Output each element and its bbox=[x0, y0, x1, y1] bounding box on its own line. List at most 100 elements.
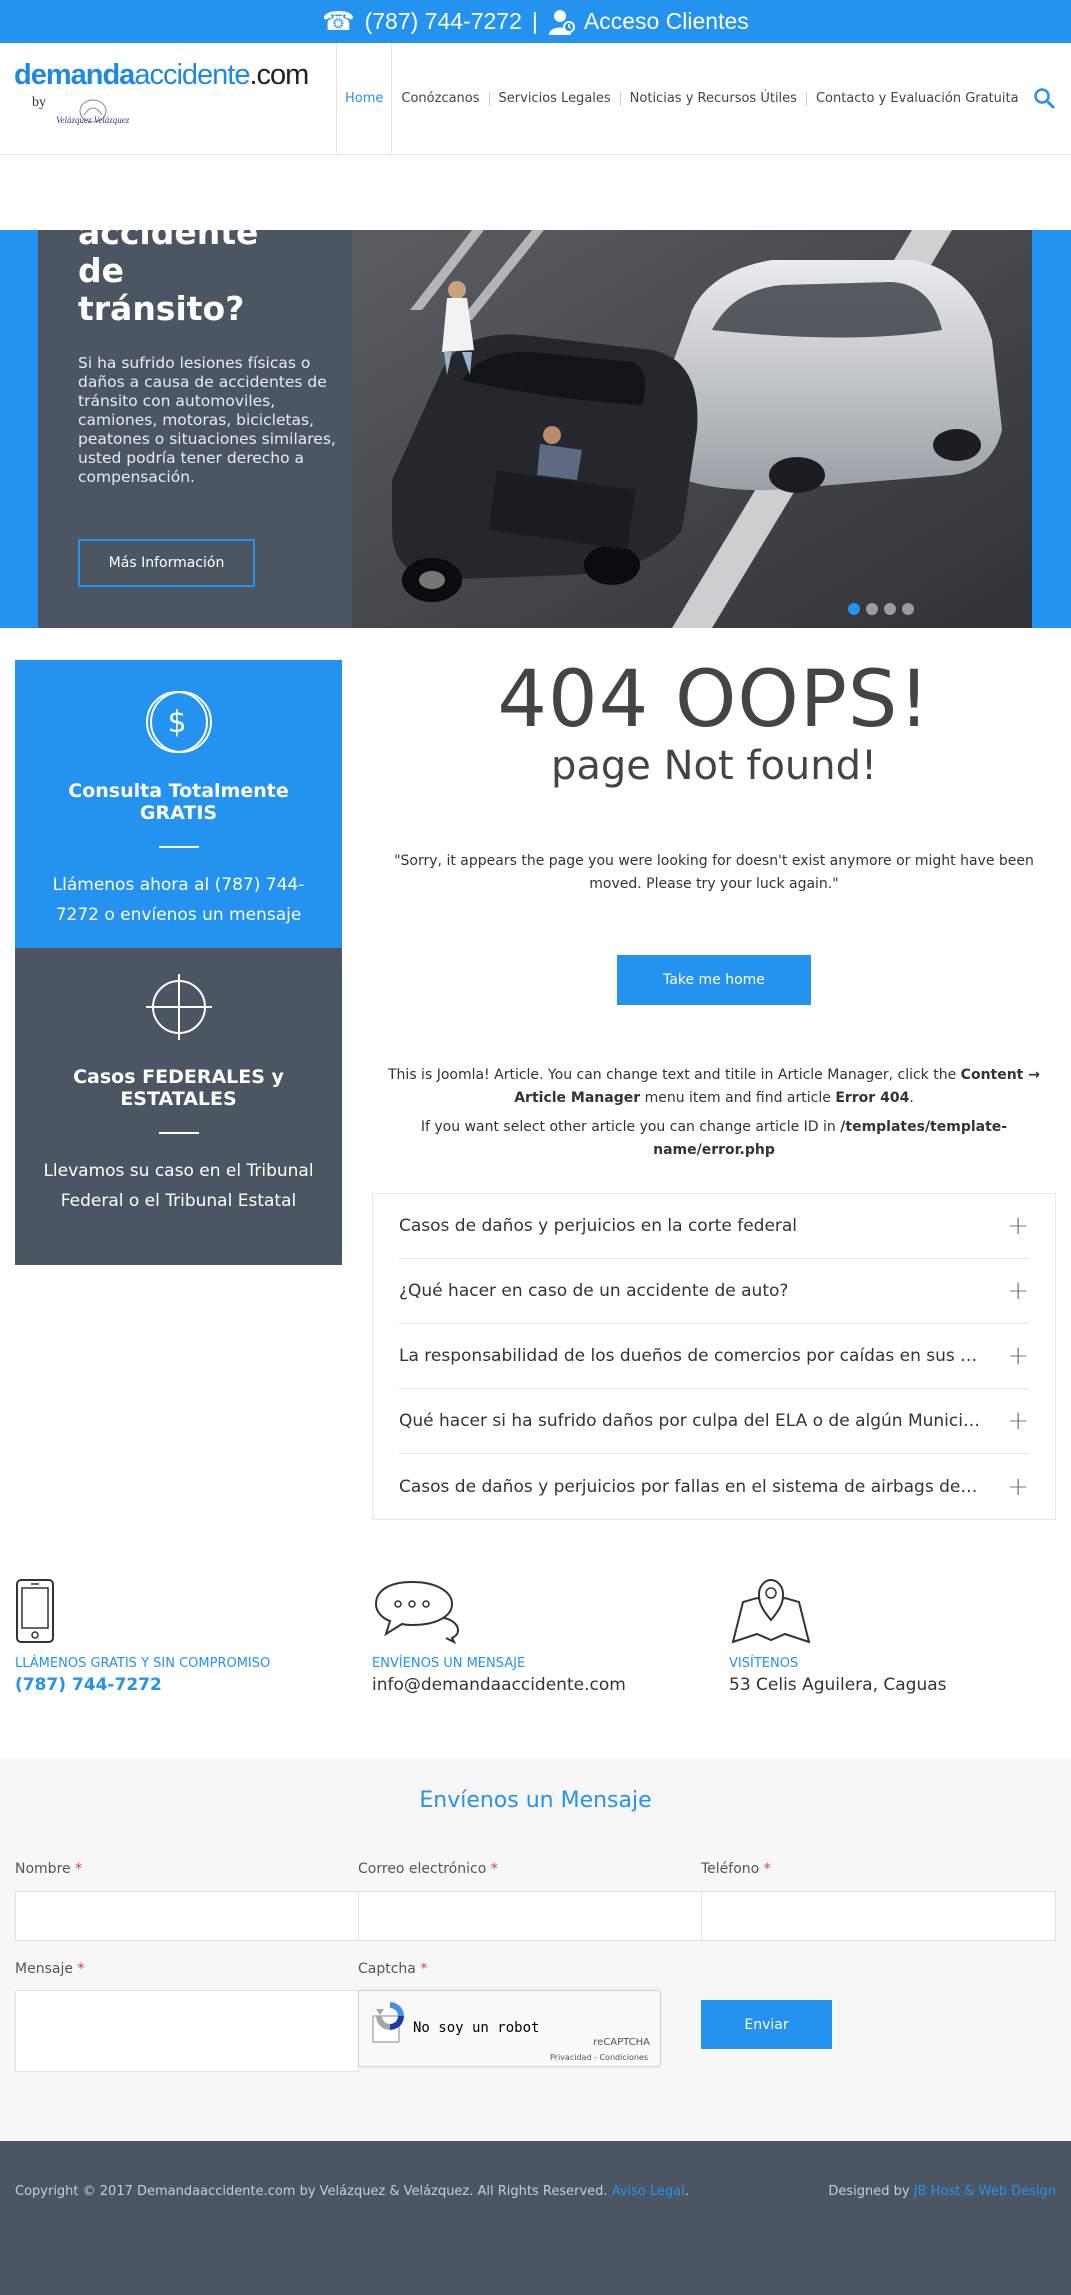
name-label: Nombre * bbox=[15, 1861, 82, 1877]
article-note: This is Joomla! Article. You can change … bbox=[372, 1064, 1056, 1162]
crosshair-target-icon bbox=[145, 974, 212, 1040]
slider-dot[interactable] bbox=[902, 603, 914, 615]
accordion-item-title[interactable]: La responsabilidad de los dueños de come… bbox=[399, 1346, 977, 1366]
message-label: ENVÍENOS UN MENSAJE bbox=[372, 1656, 526, 1671]
phone-field[interactable] bbox=[701, 1891, 1056, 1941]
federal-state-cases-box: Casos FEDERALES y ESTATALES Llevamos su … bbox=[15, 948, 342, 1265]
clients-icon[interactable] bbox=[548, 7, 578, 37]
send-button[interactable]: Enviar bbox=[701, 2000, 832, 2049]
recaptcha-terms-link[interactable]: Privacidad - Condiciones bbox=[550, 2053, 648, 2062]
mobile-phone-icon bbox=[16, 1579, 54, 1643]
logo-part-accidente: accidente bbox=[134, 59, 250, 91]
copyright-end: . bbox=[684, 2184, 689, 2199]
accordion-item-title[interactable]: Casos de daños y perjuicios en la corte … bbox=[399, 1216, 797, 1236]
logo-by: by bbox=[32, 95, 46, 110]
name-field[interactable] bbox=[15, 1891, 359, 1941]
slider-dot[interactable] bbox=[848, 603, 860, 615]
label-text: Teléfono bbox=[701, 1861, 760, 1877]
accordion-item-title[interactable]: Casos de daños y perjuicios por fallas e… bbox=[399, 1477, 977, 1497]
clients-access-link[interactable]: Acceso Clientes bbox=[584, 8, 749, 35]
search-icon[interactable] bbox=[1033, 87, 1055, 109]
accordion-item[interactable]: Casos de daños y perjuicios por fallas e… bbox=[399, 1454, 1029, 1519]
recaptcha-logo-icon bbox=[376, 2002, 404, 2030]
email-field[interactable] bbox=[358, 1891, 702, 1941]
expand-plus-icon[interactable]: + bbox=[1007, 1341, 1029, 1371]
note-text: . bbox=[909, 1090, 914, 1106]
site-header: demandaaccidente.com by Velázquez Velázq… bbox=[0, 43, 1071, 155]
hero-title: accidente de tránsito? bbox=[78, 230, 338, 328]
copyright-text: Copyright © 2017 Demandaaccidente.com by… bbox=[15, 2184, 612, 2199]
hero-title-line: accidente bbox=[78, 230, 259, 252]
note-text: If you want select other article you can… bbox=[420, 1119, 841, 1135]
contact-email[interactable]: info@demandaaccidente.com bbox=[372, 1675, 712, 1695]
copyright-notice: Copyright © 2017 Demandaaccidente.com by… bbox=[15, 2184, 689, 2199]
nav-item-contacto[interactable]: Contacto y Evaluación Gratuita bbox=[807, 43, 1028, 154]
required-mark: * bbox=[763, 1861, 771, 1877]
required-mark: * bbox=[75, 1861, 83, 1877]
take-me-home-button[interactable]: Take me home bbox=[617, 955, 811, 1005]
site-logo[interactable]: demandaaccidente.com by Velázquez Velázq… bbox=[14, 59, 309, 125]
accordion-item-title[interactable]: Qué hacer si ha sufrido daños por culpa … bbox=[399, 1411, 980, 1431]
required-mark: * bbox=[77, 1961, 85, 1977]
car-accident-photo bbox=[352, 230, 1032, 628]
nav-item-home[interactable]: Home bbox=[336, 43, 393, 154]
label-text: Mensaje bbox=[15, 1961, 73, 1977]
visit-label: VISÍTENOS bbox=[729, 1656, 799, 1671]
call-phone-number[interactable]: (787) 744-7272 bbox=[15, 1675, 355, 1695]
logo-firm-name: Velázquez Velázquez bbox=[56, 115, 130, 125]
map-pin-icon bbox=[731, 1578, 811, 1644]
phone-label: Teléfono * bbox=[701, 1861, 771, 1877]
message-label: Mensaje * bbox=[15, 1961, 84, 1977]
logo-part-com: .com bbox=[249, 59, 309, 91]
dollar-coin-icon: $ bbox=[145, 691, 212, 753]
federal-state-cases-text: Llevamos su caso en el Tribunal Federal … bbox=[43, 1161, 314, 1211]
note-bold: Error 404 bbox=[835, 1090, 910, 1106]
accordion-item[interactable]: ¿Qué hacer en caso de un accidente de au… bbox=[399, 1259, 1029, 1324]
legal-notice-link[interactable]: Aviso Legal bbox=[612, 2184, 685, 2199]
divider bbox=[158, 846, 199, 848]
call-info: LLÁMENOS GRATIS Y SIN COMPROMISO (787) 7… bbox=[15, 1578, 355, 1695]
hero-slider: accidente de tránsito? Si ha sufrido les… bbox=[0, 230, 1071, 628]
accordion-item[interactable]: La responsabilidad de los dueños de come… bbox=[399, 1324, 1029, 1389]
expand-plus-icon[interactable]: + bbox=[1007, 1211, 1029, 1241]
captcha-label: Captcha * bbox=[358, 1961, 427, 1977]
designer-link[interactable]: JB Host & Web Design bbox=[914, 2184, 1056, 2199]
slider-pagination bbox=[848, 603, 914, 615]
required-mark: * bbox=[420, 1961, 428, 1977]
speech-bubbles-icon bbox=[374, 1580, 460, 1645]
error-subheading: page Not found! bbox=[550, 743, 878, 789]
message-field[interactable] bbox=[15, 1990, 359, 2072]
recaptcha-label: No soy un robot bbox=[413, 2020, 540, 2036]
free-consultation-box: $ Consulta Totalmente GRATIS Llámenos ah… bbox=[15, 660, 342, 948]
hero-description: Si ha sufrido lesiones físicas o daños a… bbox=[78, 354, 336, 486]
logo-wordmark: demandaaccidente.com bbox=[14, 59, 309, 92]
expand-plus-icon[interactable]: + bbox=[1007, 1472, 1029, 1502]
slider-dot[interactable] bbox=[884, 603, 896, 615]
svg-text:$: $ bbox=[167, 705, 186, 740]
accordion-item[interactable]: Casos de daños y perjuicios en la corte … bbox=[399, 1194, 1029, 1259]
expand-plus-icon[interactable]: + bbox=[1007, 1406, 1029, 1436]
label-text: Correo electrónico bbox=[358, 1861, 487, 1877]
recaptcha-widget: No soy un robot reCAPTCHA Privacidad - C… bbox=[358, 1990, 661, 2067]
top-phone-number[interactable]: (787) 744-7272 bbox=[365, 8, 522, 35]
more-info-button[interactable]: Más Información bbox=[78, 539, 255, 587]
free-consultation-title: Consulta Totalmente GRATIS bbox=[68, 780, 289, 824]
hero-title-line: de bbox=[78, 251, 125, 290]
articles-accordion: Casos de daños y perjuicios en la corte … bbox=[372, 1193, 1056, 1520]
slider-dot[interactable] bbox=[866, 603, 878, 615]
note-text: menu item and find article bbox=[640, 1090, 836, 1106]
office-address[interactable]: 53 Celis Aguilera, Caguas bbox=[729, 1675, 1069, 1695]
nav-item-conozcanos[interactable]: Conózcanos bbox=[392, 43, 488, 154]
nav-item-servicios-legales[interactable]: Servicios Legales bbox=[490, 43, 620, 154]
hero-title-line: tránsito? bbox=[78, 289, 245, 328]
expand-plus-icon[interactable]: + bbox=[1007, 1276, 1029, 1306]
note-text: This is Joomla! Article. You can change … bbox=[388, 1067, 961, 1083]
main-navigation: Home Conózcanos Servicios Legales Notici… bbox=[336, 43, 1028, 154]
nav-item-noticias[interactable]: Noticias y Recursos Útiles bbox=[621, 43, 806, 154]
accordion-item-title[interactable]: ¿Qué hacer en caso de un accidente de au… bbox=[399, 1281, 788, 1301]
telephone-icon: ☎ bbox=[322, 6, 355, 36]
designer-credit: Designed by JB Host & Web Design bbox=[828, 2184, 1056, 2199]
label-text: Nombre bbox=[15, 1861, 71, 1877]
accordion-item[interactable]: Qué hacer si ha sufrido daños por culpa … bbox=[399, 1389, 1029, 1454]
article-note-line-2: If you want select other article you can… bbox=[372, 1116, 1056, 1162]
